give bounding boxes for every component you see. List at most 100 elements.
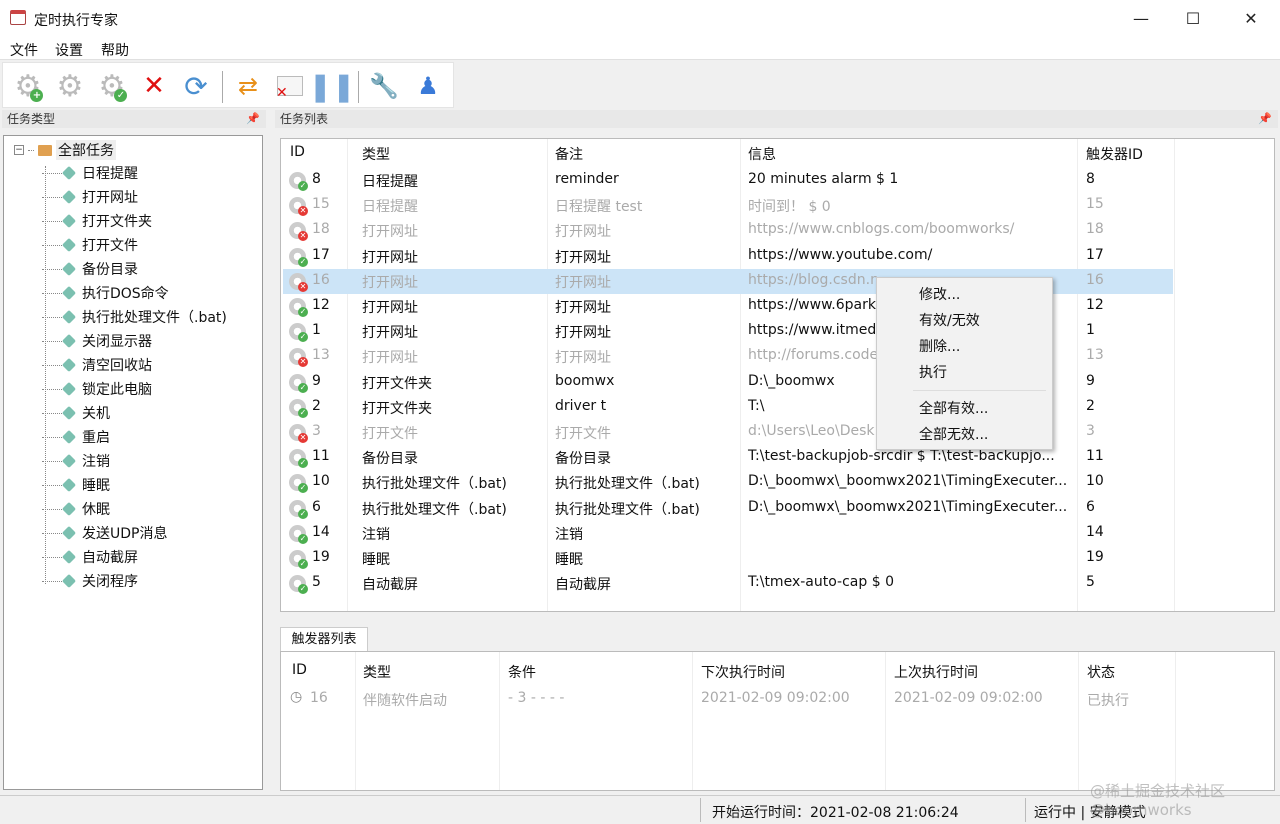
task-row[interactable]: ✓ 10 执行批处理文件（.bat) 执行批处理文件（.bat) D:\_boomwx\… <box>283 470 1173 495</box>
tree-item[interactable]: 重启 <box>42 425 110 449</box>
tree-item-label: 执行DOS命令 <box>82 286 169 302</box>
task-type: 打开文件夹 <box>362 375 432 392</box>
tree-item[interactable]: 关机 <box>42 401 110 425</box>
clock-icon: ◷ <box>290 689 303 705</box>
task-row[interactable]: ✓ 17 打开网址 打开网址 https://www.youtube.com/17 <box>283 244 1173 269</box>
task-row[interactable]: ✓ 5 自动截屏 自动截屏 T:\tmex-auto-cap $ 05 <box>283 571 1173 596</box>
column-header-type[interactable]: 类型 <box>362 144 390 164</box>
tree-item-label: 日程提醒 <box>82 166 138 182</box>
column-header-note[interactable]: 备注 <box>555 144 583 164</box>
task-enabled-icon: ✓ <box>289 373 308 393</box>
task-note: reminder <box>555 171 619 187</box>
trigger-header-id[interactable]: ID <box>292 662 307 678</box>
tree-item[interactable]: 打开文件 <box>42 233 138 257</box>
user-icon[interactable]: ♟ <box>413 71 443 101</box>
task-trigger: 13 <box>1086 347 1104 364</box>
tree-item[interactable]: 休眠 <box>42 497 110 521</box>
window-title: 定时执行专家 <box>34 13 118 29</box>
task-trigger: 14 <box>1086 523 1104 540</box>
maximize-button[interactable]: ☐ <box>1170 4 1216 34</box>
collapse-icon[interactable]: − <box>14 145 24 155</box>
menu-bar: 文件 设置 帮助 <box>0 38 1280 60</box>
tree-item[interactable]: 日程提醒 <box>42 161 138 185</box>
tree-item[interactable]: 关闭显示器 <box>42 329 152 353</box>
trigger-header-status[interactable]: 状态 <box>1087 662 1115 682</box>
tree-item[interactable]: 执行批处理文件（.bat) <box>42 305 227 329</box>
task-note: 睡眠 <box>555 552 583 568</box>
task-info: https://www.6park <box>748 297 876 313</box>
tree-item[interactable]: 注销 <box>42 449 110 473</box>
menu-help[interactable]: 帮助 <box>101 40 129 60</box>
column-header-trigger-id[interactable]: 触发器ID <box>1086 144 1143 164</box>
task-row[interactable]: ✓ 8 日程提醒 reminder 20 minutes alarm $ 18 <box>283 168 1173 193</box>
tag-icon <box>61 213 77 229</box>
menu-item-toggle[interactable]: 有效/无效 <box>919 310 980 330</box>
tree-item[interactable]: 打开网址 <box>42 185 138 209</box>
task-id: 19 <box>312 549 330 565</box>
trigger-header-type[interactable]: 类型 <box>363 662 391 682</box>
task-info: https://blog.csdn.n <box>748 271 879 288</box>
column-header-id[interactable]: ID <box>290 144 305 160</box>
tree-item-label: 打开网址 <box>82 190 138 206</box>
close-window-icon[interactable]: ✕ <box>275 71 305 101</box>
trigger-header-next[interactable]: 下次执行时间 <box>701 662 785 682</box>
tree-item-label: 锁定此电脑 <box>82 382 152 398</box>
task-id: 1 <box>312 322 321 339</box>
tree-root[interactable]: − 全部任务 <box>14 140 116 160</box>
task-list: ID 类型 备注 信息 触发器ID ✓ 8 日程提醒 reminder 20 minut… <box>280 138 1275 612</box>
tree-item[interactable]: 关闭程序 <box>42 569 138 593</box>
tree-item[interactable]: 执行DOS命令 <box>42 281 169 305</box>
task-trigger: 18 <box>1086 221 1104 238</box>
pause-icon[interactable]: ❚❚ <box>309 70 356 103</box>
task-row[interactable]: ✓ 6 执行批处理文件（.bat) 执行批处理文件（.bat) D:\_boomwx\_… <box>283 496 1173 521</box>
delete-icon[interactable]: ✕ <box>139 71 169 101</box>
column-header-info[interactable]: 信息 <box>748 144 776 164</box>
add-task-icon[interactable]: ⚙ + <box>13 69 44 104</box>
menu-item-delete[interactable]: 删除... <box>919 336 960 356</box>
tag-icon <box>61 165 77 181</box>
tree-item[interactable]: 备份目录 <box>42 257 138 281</box>
menu-item-disable-all[interactable]: 全部无效... <box>919 424 988 444</box>
task-settings-icon[interactable]: ⚙ <box>55 69 85 104</box>
tag-icon <box>61 357 77 373</box>
tree-item[interactable]: 清空回收站 <box>42 353 152 377</box>
task-type: 睡眠 <box>362 552 390 568</box>
task-row[interactable]: ✓ 14 注销 注销 14 <box>283 521 1173 546</box>
task-trigger: 3 <box>1086 423 1095 439</box>
trigger-header-last[interactable]: 上次执行时间 <box>894 662 978 682</box>
task-disabled-icon: ✕ <box>289 424 308 443</box>
trigger-row[interactable]: ◷ 16 伴随软件启动 - 3 - - - - 2021-02-09 09:02… <box>281 687 1171 712</box>
task-row[interactable]: ✕ 18 打开网址 打开网址 https://www.cnblogs.com/boomw… <box>283 218 1173 243</box>
menu-settings[interactable]: 设置 <box>55 40 83 60</box>
tree-item[interactable]: 打开文件夹 <box>42 209 152 233</box>
tag-icon <box>61 477 77 493</box>
task-id: 14 <box>312 523 330 540</box>
menu-item-edit[interactable]: 修改... <box>919 284 960 304</box>
task-id: 2 <box>312 397 321 414</box>
tab-trigger-list[interactable]: 触发器列表 <box>280 627 368 651</box>
task-type: 日程提醒 <box>362 199 418 216</box>
tree-item[interactable]: 发送UDP消息 <box>42 521 167 545</box>
minimize-button[interactable]: — <box>1118 4 1164 34</box>
tag-icon <box>61 309 77 325</box>
tree-item[interactable]: 锁定此电脑 <box>42 377 152 401</box>
menu-item-enable-all[interactable]: 全部有效... <box>919 398 988 418</box>
menu-item-execute[interactable]: 执行 <box>919 362 947 382</box>
task-id: 12 <box>312 297 330 313</box>
start-time: 开始运行时间：2021-02-08 21:06:24 <box>712 805 959 821</box>
pin-icon[interactable]: 📌 <box>246 110 260 128</box>
task-row[interactable]: ✓ 19 睡眠 睡眠 19 <box>283 546 1173 571</box>
enable-task-icon[interactable]: ⚙ ✓ <box>97 69 128 104</box>
task-row[interactable]: ✕ 15 日程提醒 日程提醒 test 时间到！ $ 0 15 <box>283 193 1173 218</box>
switch-icon[interactable]: ⇄ <box>233 71 263 101</box>
menu-file[interactable]: 文件 <box>10 40 38 60</box>
task-type: 打开网址 <box>362 224 418 241</box>
pin-icon[interactable]: 📌 <box>1258 110 1272 128</box>
trigger-header-condition[interactable]: 条件 <box>508 662 536 682</box>
tree-item[interactable]: 睡眠 <box>42 473 110 497</box>
task-info: https://www.cnblogs.com/boomworks/ <box>748 221 1015 238</box>
tools-icon[interactable]: 🔧 <box>369 71 399 101</box>
refresh-icon[interactable]: ⟳ <box>181 70 211 103</box>
tree-item[interactable]: 自动截屏 <box>42 545 138 569</box>
close-button[interactable]: ✕ <box>1228 4 1274 34</box>
